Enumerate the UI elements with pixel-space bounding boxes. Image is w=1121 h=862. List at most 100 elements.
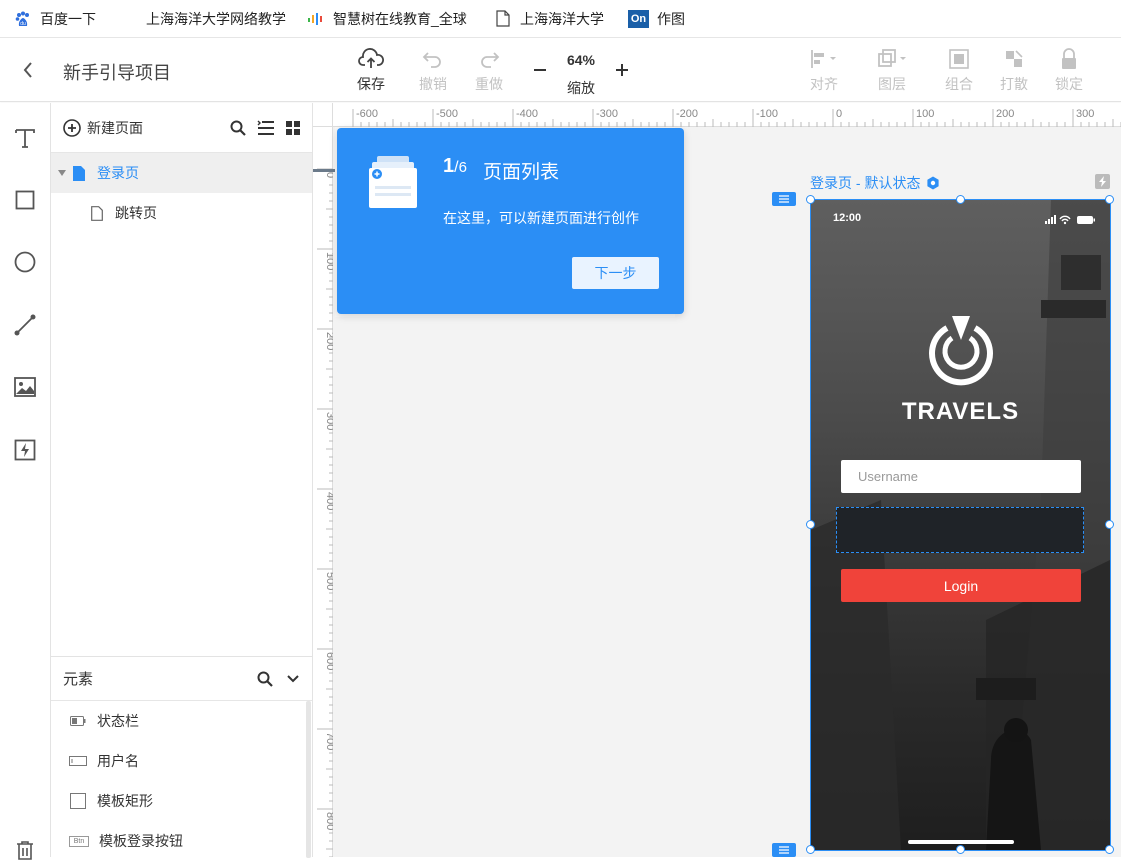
baidu-paw-icon: du <box>14 10 32 28</box>
resize-handle-ml[interactable] <box>806 520 815 529</box>
page-icon <box>73 165 85 181</box>
list-view-icon[interactable] <box>257 120 275 136</box>
ruler-marker <box>313 169 337 172</box>
resize-handle-bm[interactable] <box>956 845 965 854</box>
layer-button[interactable]: 图层 <box>864 46 920 96</box>
password-input-selected[interactable] <box>836 507 1084 553</box>
guide-step-counter: 1/6 <box>443 155 467 177</box>
travels-logo-icon <box>925 314 997 391</box>
grid-view-icon[interactable] <box>285 120 301 136</box>
page-item-jump[interactable]: 跳转页 <box>51 193 312 233</box>
search-icon[interactable] <box>257 671 273 687</box>
back-button[interactable] <box>18 58 38 82</box>
text-tool-icon[interactable] <box>13 126 37 150</box>
flag-marker-top[interactable] <box>772 192 796 206</box>
ruler-label: -600 <box>356 108 378 120</box>
bookmark-baidu[interactable]: du 百度一下 <box>14 0 96 38</box>
document-icon <box>494 10 512 28</box>
page-item-login[interactable]: 登录页 <box>51 153 312 193</box>
plus-circle-icon <box>63 118 81 137</box>
home-indicator <box>908 840 1014 844</box>
lock-button[interactable]: 锁定 <box>1041 46 1097 96</box>
ruler-label: -500 <box>436 108 458 120</box>
ruler-label: 100 <box>916 108 934 120</box>
bookmark-shou-teaching[interactable]: 上海海洋大学网络教学 <box>120 0 290 38</box>
blank-page-icon <box>120 10 138 28</box>
flag-marker-bottom[interactable] <box>772 843 796 857</box>
menu-icon <box>779 846 789 854</box>
ungroup-button[interactable]: 打散 <box>986 46 1042 96</box>
elements-panel-header: 元素 <box>51 657 312 701</box>
tool-icon-bar <box>0 103 51 860</box>
resize-handle-tl[interactable] <box>806 195 815 204</box>
save-button[interactable]: 保存 <box>343 46 399 96</box>
login-button[interactable]: Login <box>841 569 1081 602</box>
page-icon <box>91 205 103 221</box>
zoom-out-button[interactable] <box>530 60 550 80</box>
element-item-statusbar[interactable]: 状态栏 <box>51 701 312 741</box>
phone-artboard[interactable]: 12:00 TRAVELS Username Login <box>811 200 1110 850</box>
bookmark-zuotu[interactable]: On 作图 <box>628 0 685 38</box>
resize-handle-mr[interactable] <box>1105 520 1114 529</box>
horizontal-ruler: -600 -500 -400 -300 -200 -100 0 100 200 300 <box>333 103 1121 127</box>
top-toolbar: 新手引导项目 保存 撤销 重做 64% 缩放 对齐 图层 组合 打散 锁定 <box>0 38 1121 102</box>
ruler-label: 200 <box>996 108 1014 120</box>
caret-down-icon[interactable] <box>57 169 67 177</box>
elements-title: 元素 <box>63 671 94 688</box>
artboard-label[interactable]: 登录页 - 默认状态 <box>810 173 940 193</box>
search-icon[interactable] <box>230 120 246 136</box>
ruler-label: -400 <box>516 108 538 120</box>
status-bar-time: 12:00 <box>833 212 862 224</box>
rectangle-tool-icon[interactable] <box>13 188 37 212</box>
zoom-value[interactable]: 64% <box>556 52 606 68</box>
ruler-label: 300 <box>324 412 333 430</box>
elements-scrollbar[interactable] <box>306 701 311 858</box>
bookmarks-bar: du 百度一下 上海海洋大学网络教学 智慧树在线教育_全球 上海海洋大学 On … <box>0 0 1121 38</box>
ruler-label: 500 <box>324 572 333 590</box>
line-tool-icon[interactable] <box>13 313 37 337</box>
align-button[interactable]: 对齐 <box>796 46 852 96</box>
signal-wifi-battery-icon <box>1045 215 1095 225</box>
interaction-tool-icon[interactable] <box>13 438 37 462</box>
zhihuishu-icon <box>307 10 325 28</box>
elements-panel: 元素 状态栏 用户名 模板矩形 Btn 模板登录按钮 <box>51 656 313 858</box>
element-item-username[interactable]: 用户名 <box>51 741 312 781</box>
group-button[interactable]: 组合 <box>931 46 987 96</box>
svg-text:du: du <box>20 21 26 27</box>
resize-handle-bl[interactable] <box>806 845 815 854</box>
bookmark-shou[interactable]: 上海海洋大学 <box>494 0 604 38</box>
vertical-ruler: 0 100 200 300 400 500 600 700 800 <box>313 127 333 857</box>
lightning-badge-icon[interactable] <box>1095 174 1110 189</box>
next-step-button[interactable]: 下一步 <box>572 257 659 289</box>
resize-handle-tm[interactable] <box>956 195 965 204</box>
trash-icon[interactable] <box>13 838 37 862</box>
ruler-label: 300 <box>1076 108 1094 120</box>
circle-tool-icon[interactable] <box>13 250 37 274</box>
input-field-icon <box>69 754 87 768</box>
resize-handle-tr[interactable] <box>1105 195 1114 204</box>
redo-button[interactable]: 重做 <box>461 46 517 96</box>
zoom-in-button[interactable] <box>612 60 632 80</box>
bookmark-zhihuishu[interactable]: 智慧树在线教育_全球 <box>307 0 477 38</box>
align-left-icon <box>811 50 836 68</box>
element-item-login-button[interactable]: Btn 模板登录按钮 <box>51 821 312 861</box>
ruler-corner <box>313 103 333 127</box>
ruler-label: 600 <box>324 652 333 670</box>
ruler-label: 200 <box>324 332 333 350</box>
ruler-label: 0 <box>836 108 842 120</box>
element-item-rectangle[interactable]: 模板矩形 <box>51 781 312 821</box>
status-bar-icons <box>1045 212 1097 230</box>
on-logo-icon: On <box>628 9 649 28</box>
new-page-button[interactable]: 新建页面 <box>63 118 143 138</box>
resize-handle-br[interactable] <box>1105 845 1114 854</box>
layers-icon <box>878 49 906 67</box>
ruler-label: 800 <box>324 812 333 830</box>
ruler-label: 700 <box>324 732 333 750</box>
username-input[interactable]: Username <box>841 460 1081 493</box>
ruler-label: -300 <box>596 108 618 120</box>
chevron-left-icon <box>23 62 32 78</box>
image-tool-icon[interactable] <box>13 375 37 399</box>
chevron-down-icon[interactable] <box>287 675 299 683</box>
undo-button[interactable]: 撤销 <box>405 46 461 96</box>
guide-description: 在这里，可以新建页面进行创作 <box>443 210 639 226</box>
